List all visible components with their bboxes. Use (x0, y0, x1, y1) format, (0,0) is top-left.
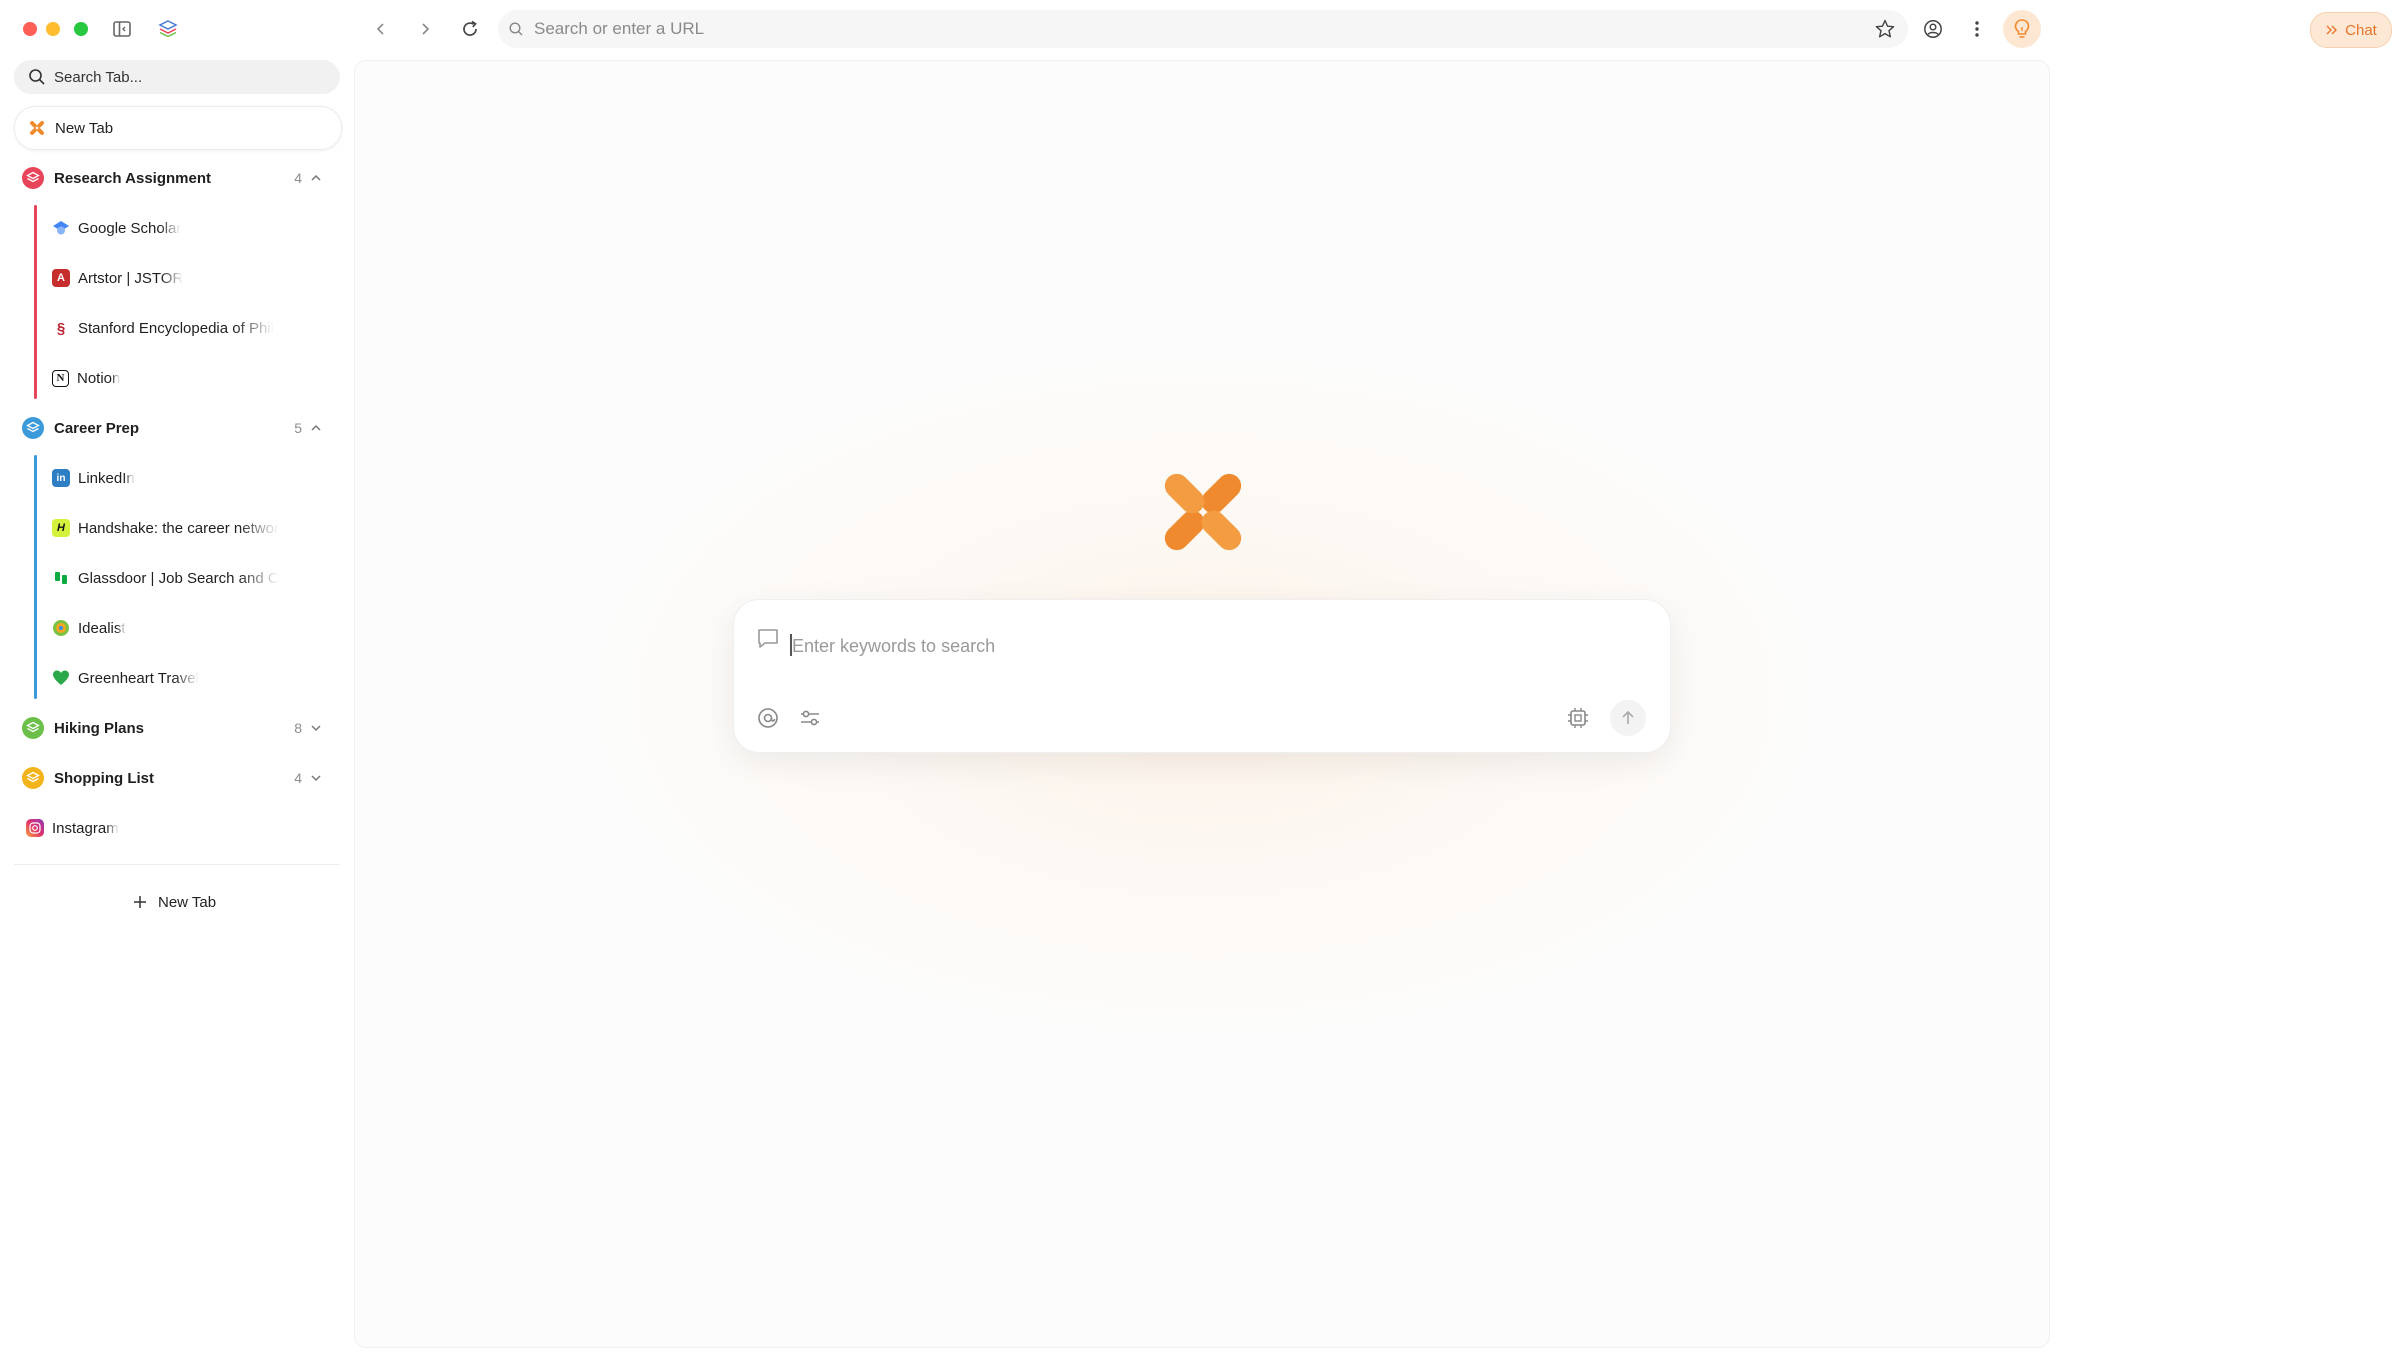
tab-notion[interactable]: N Notion (52, 363, 298, 393)
close-window-button[interactable] (23, 22, 37, 36)
chat-label: Chat (2345, 21, 2377, 39)
new-tab-button[interactable]: New Tab (132, 888, 216, 916)
group-shopping-list[interactable]: Shopping List 4 (22, 763, 328, 793)
group-tab-count: 4 (294, 170, 302, 186)
mention-at-icon[interactable] (756, 706, 780, 730)
tab-label: Greenheart Travel (78, 669, 199, 687)
chevron-down-icon[interactable] (310, 772, 322, 784)
tab-handshake[interactable]: H Handshake: the career networ (52, 513, 298, 543)
spaces-layers-icon[interactable] (156, 17, 180, 41)
settings-sliders-icon[interactable] (798, 706, 822, 730)
chevron-up-icon[interactable] (310, 172, 322, 184)
heart-icon (52, 669, 70, 687)
forward-button[interactable] (412, 16, 438, 42)
instagram-icon (26, 819, 44, 837)
tab-label: Notion (77, 369, 121, 387)
reload-button[interactable] (456, 15, 484, 43)
chevron-left-icon (376, 23, 384, 35)
send-button[interactable] (1610, 700, 1646, 736)
artstor-icon: A (52, 269, 70, 287)
glassdoor-icon (52, 569, 70, 587)
group-indicator-line (34, 205, 37, 399)
zoom-window-button[interactable] (74, 22, 88, 36)
group-stack-icon (22, 717, 44, 739)
group-research-assignment[interactable]: Research Assignment 4 (22, 163, 328, 193)
more-vertical-icon (1975, 21, 1979, 37)
group-title: Hiking Plans (54, 719, 145, 737)
back-button[interactable] (368, 16, 394, 42)
chat-bubble-icon (758, 629, 778, 648)
tab-label: Instagram (52, 819, 119, 837)
notion-icon: N (52, 369, 69, 387)
handshake-icon: H (52, 519, 70, 537)
tab-instagram[interactable]: Instagram (26, 813, 272, 843)
user-avatar-icon (1924, 20, 1942, 38)
reload-icon (463, 20, 477, 36)
chevron-right-icon (422, 23, 430, 35)
tab-glassdoor[interactable]: Glassdoor | Job Search and C (52, 563, 298, 593)
sidebar-toggle-icon[interactable] (110, 17, 134, 41)
tips-button[interactable] (2003, 10, 2041, 48)
lightbulb-icon (2014, 19, 2030, 38)
tab-search-field[interactable]: Search Tab... (14, 60, 340, 94)
group-tab-count: 8 (294, 720, 302, 736)
chevron-up-icon[interactable] (310, 422, 322, 434)
group-title: Shopping List (54, 769, 154, 787)
group-stack-icon (22, 767, 44, 789)
group-title: Career Prep (54, 419, 140, 437)
current-new-tab[interactable]: New Tab (14, 106, 342, 150)
tab-idealist[interactable]: Idealist (52, 613, 298, 643)
plus-icon (134, 896, 146, 908)
stanford-icon: § (56, 319, 66, 337)
arrow-up-icon (1622, 710, 1634, 724)
url-placeholder: Search or enter a URL (534, 19, 705, 38)
tab-label: Idealist (78, 619, 126, 637)
tab-artstor[interactable]: A Artstor | JSTOR (52, 263, 298, 293)
ai-search-box[interactable]: Enter keywords to search (733, 599, 1671, 753)
group-career-prep[interactable]: Career Prep 5 (22, 413, 328, 443)
double-chevron-right-icon (2326, 25, 2338, 35)
chat-button[interactable]: Chat (2310, 12, 2392, 48)
star-bookmark-icon[interactable] (1874, 18, 1896, 40)
app-logo-icon (1164, 473, 1242, 551)
search-input-placeholder[interactable]: Enter keywords to search (792, 636, 995, 657)
search-icon (509, 22, 523, 36)
main-content-area: Enter keywords to search (354, 60, 2050, 1348)
group-title: Research Assignment (54, 169, 212, 187)
tab-search-placeholder: Search Tab... (54, 68, 143, 86)
group-hiking-plans[interactable]: Hiking Plans 8 (22, 713, 328, 743)
tab-label: Glassdoor | Job Search and C (78, 569, 279, 587)
group-tab-count: 5 (294, 420, 302, 436)
new-tab-label: New Tab (55, 119, 114, 137)
new-tab-button-label: New Tab (158, 893, 217, 911)
linkedin-icon: in (52, 469, 70, 487)
group-stack-icon (22, 417, 44, 439)
tab-label: Google Scholar (78, 219, 182, 237)
url-bar[interactable]: Search or enter a URL (498, 10, 1908, 48)
tab-label: Stanford Encyclopedia of Phil (78, 319, 274, 337)
tab-label: Handshake: the career networ (78, 519, 279, 537)
account-button[interactable] (1918, 14, 1948, 44)
sidebar-divider (14, 864, 340, 865)
chevron-down-icon[interactable] (310, 722, 322, 734)
tab-linkedin[interactable]: in LinkedIn (52, 463, 298, 493)
tab-greenheart-travel[interactable]: Greenheart Travel (52, 663, 298, 693)
more-menu-button[interactable] (1962, 14, 1992, 44)
tab-label: Artstor | JSTOR (78, 269, 184, 287)
google-scholar-icon (52, 219, 70, 237)
idealist-icon (52, 619, 70, 637)
tab-label: LinkedIn (78, 469, 135, 487)
minimize-window-button[interactable] (46, 22, 60, 36)
search-icon (29, 69, 45, 85)
group-stack-icon (22, 167, 44, 189)
tab-stanford-encyclopedia[interactable]: § Stanford Encyclopedia of Phil (52, 313, 298, 343)
group-indicator-line (34, 455, 37, 699)
ai-model-chip-icon[interactable] (1566, 706, 1590, 730)
app-logo-icon (30, 121, 44, 135)
group-tab-count: 4 (294, 770, 302, 786)
tab-google-scholar[interactable]: Google Scholar (52, 213, 298, 243)
